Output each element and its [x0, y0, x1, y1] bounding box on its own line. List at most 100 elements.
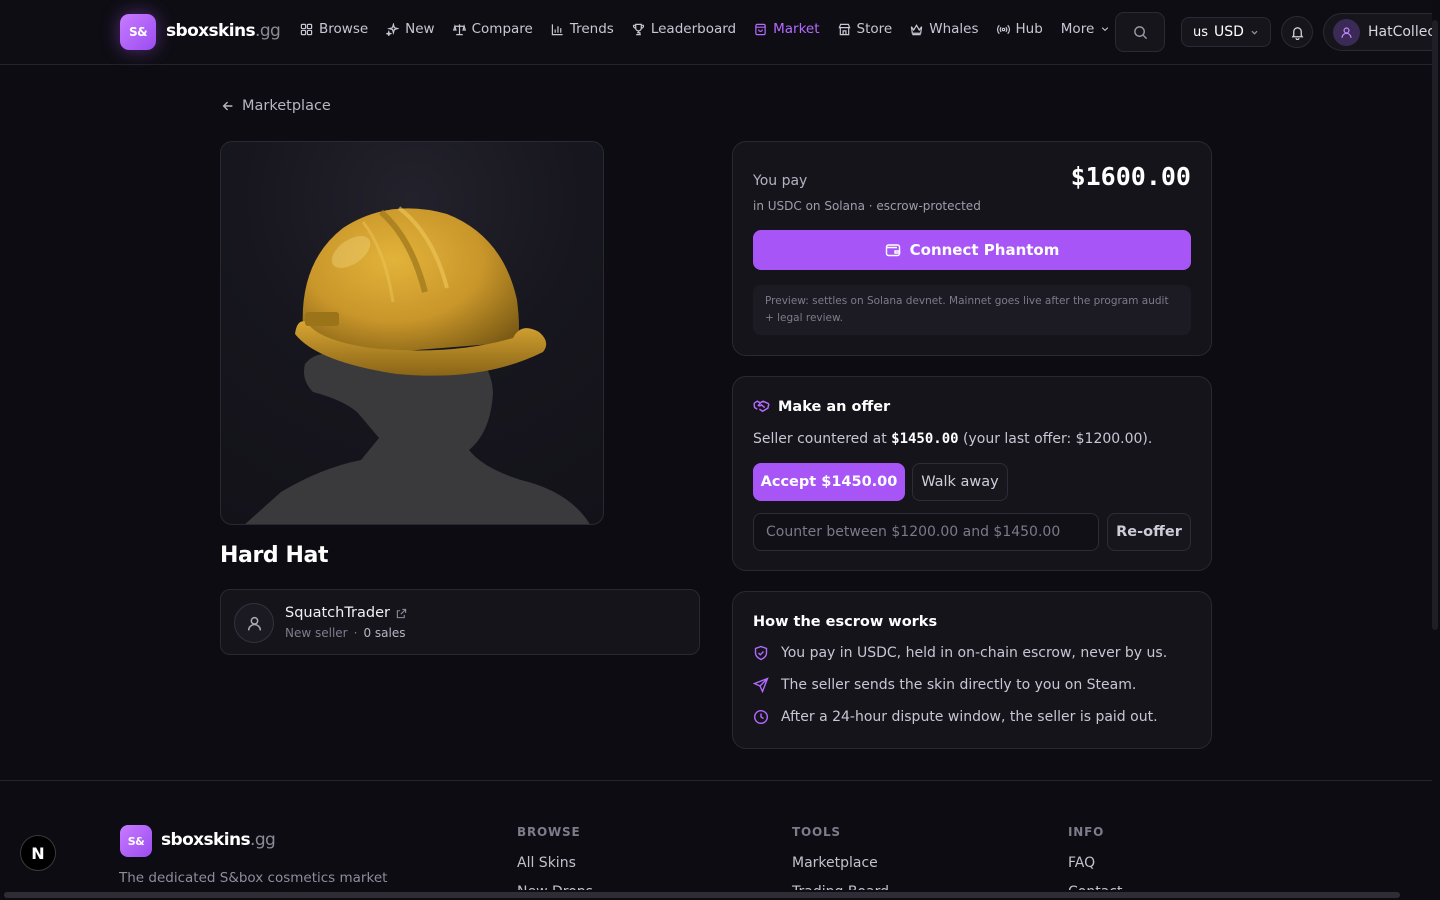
nav-browse[interactable]: Browse: [300, 21, 368, 37]
store-bag-icon: [755, 23, 766, 35]
brand-text: sboxskins: [166, 21, 256, 41]
currency-code: USD: [1214, 24, 1244, 40]
devnet-notice: Preview: settles on Solana devnet. Mainn…: [753, 285, 1191, 335]
avatar: [1333, 18, 1360, 46]
nav-label: Market: [773, 21, 820, 37]
chevron-down-icon: [1251, 30, 1258, 35]
seller-sales: 0 sales: [363, 626, 406, 640]
escrow-step-text: You pay in USDC, held in on-chain escrow…: [781, 645, 1168, 661]
bar-chart-icon: [551, 23, 563, 35]
notifications-button[interactable]: [1281, 16, 1313, 48]
nav-label: Whales: [929, 21, 979, 37]
footer-link[interactable]: Marketplace: [792, 855, 878, 871]
nav-trends[interactable]: Trends: [551, 21, 614, 37]
external-link-icon: [396, 608, 407, 618]
counter-amount: $1450.00: [891, 431, 959, 447]
nav-whales[interactable]: Whales: [910, 21, 979, 37]
item-title: Hard Hat: [220, 543, 329, 568]
nav-label: More: [1060, 21, 1095, 37]
currency-flag: us: [1193, 24, 1209, 40]
logo[interactable]: S&: [120, 14, 156, 50]
brand-text: sboxskins: [161, 830, 251, 850]
shop-icon: [838, 23, 851, 35]
seller-avatar: [234, 603, 274, 643]
footer-link[interactable]: FAQ: [1068, 855, 1095, 871]
nav-market[interactable]: Market: [754, 21, 820, 37]
counter-offer-input[interactable]: [753, 513, 1099, 551]
wallet-icon: [885, 244, 900, 257]
bell-icon: [1291, 26, 1303, 40]
seller-profile-link[interactable]: SquatchTrader: [285, 605, 407, 621]
crown-icon: [911, 23, 923, 35]
top-navigation-bar: S& sboxskins.gg Browse New Compare Trend…: [0, 0, 1440, 65]
escrow-info-panel: How the escrow works You pay in USDC, he…: [732, 591, 1212, 749]
chevron-down-icon: [1102, 27, 1109, 32]
item-image-card: [220, 141, 604, 525]
footer-column-title: TOOLS: [792, 825, 841, 839]
back-to-marketplace-link[interactable]: Marketplace: [221, 98, 331, 114]
price: $1600.00: [1070, 162, 1191, 191]
seller-meta: New seller · 0 sales: [285, 626, 405, 640]
nav-compare[interactable]: Compare: [452, 21, 533, 37]
escrow-step: After a 24-hour dispute window, the sell…: [753, 709, 1158, 725]
escrow-title: How the escrow works: [753, 614, 938, 630]
clock-icon: [753, 709, 769, 725]
brand-tld: .gg: [250, 830, 276, 850]
walk-away-button[interactable]: Walk away: [912, 463, 1008, 501]
counter-suffix: (your last offer: $1200.00).: [958, 431, 1153, 447]
accept-counter-button[interactable]: Accept $1450.00: [753, 463, 905, 501]
nav-hub[interactable]: Hub: [996, 21, 1043, 37]
nav-label: Leaderboard: [650, 21, 737, 37]
nav-label: New: [405, 21, 435, 37]
brand-name[interactable]: sboxskins.gg: [166, 21, 281, 41]
user-menu[interactable]: HatCollector: [1323, 13, 1440, 51]
user-icon: [1341, 26, 1352, 38]
offer-heading: Make an offer: [753, 398, 890, 415]
connect-label: Connect Phantom: [909, 241, 1060, 259]
you-pay-label: You pay: [753, 173, 808, 189]
nav-label: Trends: [569, 21, 614, 37]
search-button[interactable]: [1115, 12, 1165, 52]
escrow-step-text: The seller sends the skin directly to yo…: [781, 677, 1137, 693]
counter-prefix: Seller countered at: [753, 431, 892, 447]
nav-label: Compare: [471, 21, 533, 37]
arrow-left-icon: [222, 101, 233, 111]
escrow-step: You pay in USDC, held in on-chain escrow…: [753, 645, 1167, 661]
currency-selector[interactable]: us USD: [1181, 17, 1271, 47]
nav-label: Browse: [319, 21, 369, 37]
nav-leaderboard[interactable]: Leaderboard: [632, 21, 736, 37]
brand-tld: .gg: [255, 21, 281, 41]
nav-new[interactable]: New: [386, 21, 435, 37]
broadcast-icon: [996, 24, 1010, 34]
offer-panel: Make an offer Seller countered at $1450.…: [732, 376, 1212, 571]
dev-tools-badge[interactable]: N: [20, 835, 56, 871]
sparkle-icon: [386, 22, 400, 36]
footer-brand: sboxskins.gg: [161, 830, 276, 850]
footer: S& sboxskins.gg The dedicated S&box cosm…: [0, 780, 1432, 900]
escrow-step: The seller sends the skin directly to yo…: [753, 677, 1136, 693]
offer-title: Make an offer: [778, 398, 891, 415]
footer-column-title: BROWSE: [517, 825, 581, 839]
nav-store[interactable]: Store: [838, 21, 892, 37]
connect-phantom-button[interactable]: Connect Phantom: [753, 230, 1191, 270]
hard-hat-image: [245, 206, 590, 524]
seller-status: New seller: [285, 626, 348, 640]
username: HatCollector: [1368, 24, 1440, 40]
shield-check-icon: [754, 645, 768, 661]
user-icon: [247, 616, 261, 631]
seller-card: SquatchTrader New seller · 0 sales: [220, 589, 700, 655]
re-offer-button[interactable]: Re-offer: [1107, 513, 1191, 551]
nav-label: Hub: [1015, 21, 1043, 37]
vertical-scrollbar-thumb[interactable]: [1432, 20, 1438, 630]
send-icon: [753, 677, 769, 693]
horizontal-scrollbar-thumb[interactable]: [4, 892, 1400, 898]
footer-logo[interactable]: S&: [120, 825, 152, 857]
meta-separator: ·: [353, 626, 358, 640]
footer-tagline: The dedicated S&box cosmetics market: [119, 870, 388, 886]
footer-link[interactable]: All Skins: [517, 855, 576, 871]
escrow-step-text: After a 24-hour dispute window, the sell…: [781, 709, 1158, 725]
handshake-icon: [753, 400, 770, 413]
payment-subtitle: in USDC on Solana · escrow-protected: [753, 199, 981, 213]
nav-more[interactable]: More: [1061, 21, 1110, 37]
trophy-icon: [632, 23, 644, 35]
